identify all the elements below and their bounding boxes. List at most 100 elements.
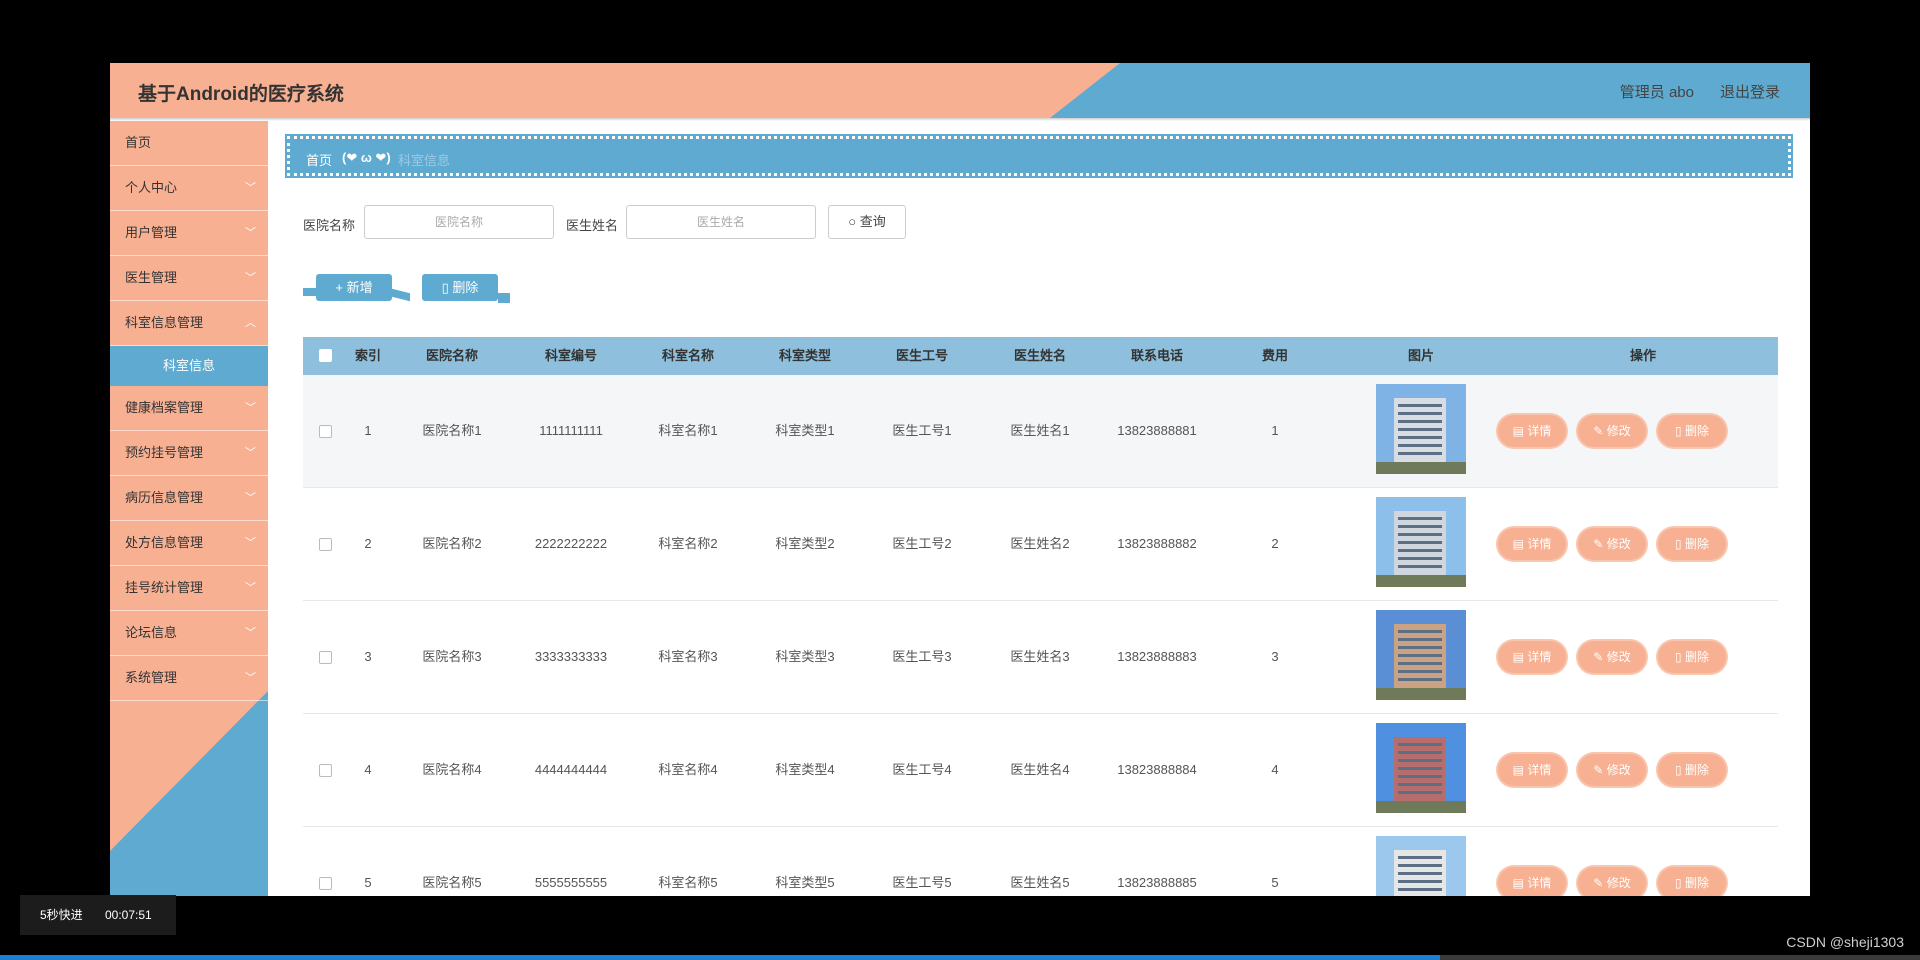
sidebar-item-label: 医生管理 [125,270,178,285]
table-cell: 13823888881 [1117,423,1197,438]
video-progress-fill [0,955,1440,960]
row-checkbox[interactable] [319,877,332,890]
sidebar-subitem-department-info[interactable]: 科室信息 [110,346,268,386]
trash-icon: ▯ [441,280,449,295]
sidebar-item-label: 论坛信息 [125,625,178,640]
file-icon: ▤ [1512,424,1524,438]
row-detail-button[interactable]: ▤ 详情 [1498,415,1566,447]
column-header-fee[interactable]: 费用 [1262,337,1288,375]
department-table: 索引 医院名称 科室编号 科室名称 科室类型 医生工号 医生姓名 联系电话 费用… [303,337,1778,896]
column-header-dept-type[interactable]: 科室类型 [779,337,831,375]
video-speed-label: 5秒快进 [40,908,83,922]
column-header-dept-name[interactable]: 科室名称 [662,337,714,375]
row-delete-button[interactable]: ▯ 删除 [1658,641,1726,673]
video-progress-bar[interactable] [0,955,1920,960]
chevron-up-icon: ︿ [245,317,256,329]
column-header-doctor-id[interactable]: 医生工号 [896,337,948,375]
column-header-hospital[interactable]: 医院名称 [426,337,478,375]
edit-icon: ✎ [1593,424,1604,438]
sidebar-item-medical-records[interactable]: 病历信息管理 ﹀ [110,476,268,521]
row-detail-label: 详情 [1527,876,1552,890]
table-row: 2 医院名称2 2222222222 科室名称2 科室类型2 医生工号2 医生姓名2 1382… [303,488,1778,601]
video-time: 00:07:51 [105,908,152,922]
column-header-phone[interactable]: 联系电话 [1131,337,1183,375]
row-delete-button[interactable]: ▯ 删除 [1658,867,1726,896]
row-detail-button[interactable]: ▤ 详情 [1498,754,1566,786]
logout-link[interactable]: 退出登录 [1720,81,1780,102]
sidebar-item-user-management[interactable]: 用户管理 ﹀ [110,211,268,256]
edit-icon: ✎ [1593,650,1604,664]
row-delete-button[interactable]: ▯ 删除 [1658,754,1726,786]
delete-button[interactable]: ▯ 删除 [422,274,498,301]
add-button[interactable]: + 新增 [316,274,392,301]
sidebar-item-label: 处方信息管理 [125,535,204,550]
sidebar-item-personal-center[interactable]: 个人中心 ﹀ [110,166,268,211]
chevron-down-icon: ﹀ [245,402,256,414]
row-edit-button[interactable]: ✎ 修改 [1578,641,1646,673]
column-header-doctor-name[interactable]: 医生姓名 [1014,337,1066,375]
sidebar-item-department-management[interactable]: 科室信息管理 ︿ [110,301,268,346]
row-delete-label: 删除 [1684,537,1709,551]
row-delete-button[interactable]: ▯ 删除 [1658,528,1726,560]
row-edit-button[interactable]: ✎ 修改 [1578,528,1646,560]
sidebar-item-forum[interactable]: 论坛信息 ﹀ [110,611,268,656]
row-checkbox[interactable] [319,538,332,551]
row-delete-button[interactable]: ▯ 删除 [1658,415,1726,447]
column-header-image: 图片 [1407,348,1435,363]
row-edit-button[interactable]: ✎ 修改 [1578,415,1646,447]
file-icon: ▤ [1512,876,1524,890]
row-edit-label: 修改 [1606,650,1631,664]
row-detail-button[interactable]: ▤ 详情 [1498,528,1566,560]
table-cell: 医生工号3 [892,649,952,664]
select-all-checkbox[interactable] [319,349,332,362]
breadcrumb: 首页 (❤ ω ❤) 科室信息 [285,134,1793,178]
table-cell: 13823888884 [1117,762,1197,777]
sidebar-item-appointments[interactable]: 预约挂号管理 ﹀ [110,431,268,476]
trash-icon: ▯ [1675,650,1682,664]
table-cell: 5 [364,875,372,890]
row-edit-label: 修改 [1606,763,1631,777]
table-cell: 科室类型3 [775,649,835,664]
table-cell: 科室类型2 [775,536,835,551]
table-row: 3 医院名称3 3333333333 科室名称3 科室类型3 医生工号3 医生姓名3 1382… [303,601,1778,714]
table-cell: 1 [364,423,372,438]
breadcrumb-home[interactable]: 首页 [306,150,332,169]
chevron-down-icon: ﹀ [245,492,256,504]
row-detail-button[interactable]: ▤ 详情 [1498,641,1566,673]
chevron-down-icon: ﹀ [245,447,256,459]
row-edit-button[interactable]: ✎ 修改 [1578,754,1646,786]
chevron-down-icon: ﹀ [245,272,256,284]
table-cell: 5 [1271,875,1279,890]
row-checkbox[interactable] [319,651,332,664]
sidebar-item-system-management[interactable]: 系统管理 ﹀ [110,656,268,701]
sidebar-item-registration-stats[interactable]: 挂号统计管理 ﹀ [110,566,268,611]
table-cell: 医生工号1 [892,423,952,438]
table-cell: 医生工号5 [892,875,952,890]
hospital-name-input[interactable]: 医院名称 [364,205,554,239]
table-cell: 科室类型5 [775,875,835,890]
doctor-name-input[interactable]: 医生姓名 [626,205,816,239]
file-icon: ▤ [1512,537,1524,551]
department-image [1376,610,1466,700]
sidebar-item-doctor-management[interactable]: 医生管理 ﹀ [110,256,268,301]
sidebar-item-home[interactable]: 首页 [110,121,268,166]
table-cell: 医生姓名5 [1010,875,1070,890]
table-cell: 2 [1271,536,1279,551]
current-user: 管理员 abo [1619,84,1694,101]
table-cell: 5555555555 [534,875,608,890]
top-header: 基于Android的医疗系统 管理员 abo 退出登录 [110,63,1810,118]
table-cell: 医院名称1 [422,423,482,438]
row-checkbox[interactable] [319,764,332,777]
row-edit-button[interactable]: ✎ 修改 [1578,867,1646,896]
row-checkbox[interactable] [319,425,332,438]
column-header-index[interactable]: 索引 [355,337,381,375]
row-detail-button[interactable]: ▤ 详情 [1498,867,1566,896]
sidebar-item-label: 科室信息管理 [125,315,204,330]
table-cell: 4444444444 [534,762,608,777]
query-button[interactable]: ○ 查询 [828,205,906,239]
column-header-dept-no[interactable]: 科室编号 [545,337,597,375]
table-cell: 医生工号2 [892,536,952,551]
sidebar-item-prescriptions[interactable]: 处方信息管理 ﹀ [110,521,268,566]
row-edit-label: 修改 [1606,876,1631,890]
sidebar-item-health-records[interactable]: 健康档案管理 ﹀ [110,386,268,431]
